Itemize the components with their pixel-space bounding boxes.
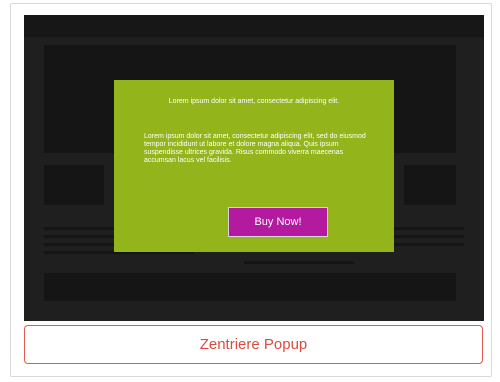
center-popup-button[interactable]: Zentriere Popup — [24, 325, 483, 364]
popup-modal: Lorem ipsum dolor sit amet, consectetur … — [114, 80, 394, 252]
buy-now-button[interactable]: Buy Now! — [228, 207, 328, 237]
popup-body-text: Lorem ipsum dolor sit amet, consectetur … — [144, 133, 366, 164]
page-preview: Lorem ipsum dolor sit amet, consectetur … — [24, 15, 484, 321]
popup-heading: Lorem ipsum dolor sit amet, consectetur … — [168, 98, 340, 105]
